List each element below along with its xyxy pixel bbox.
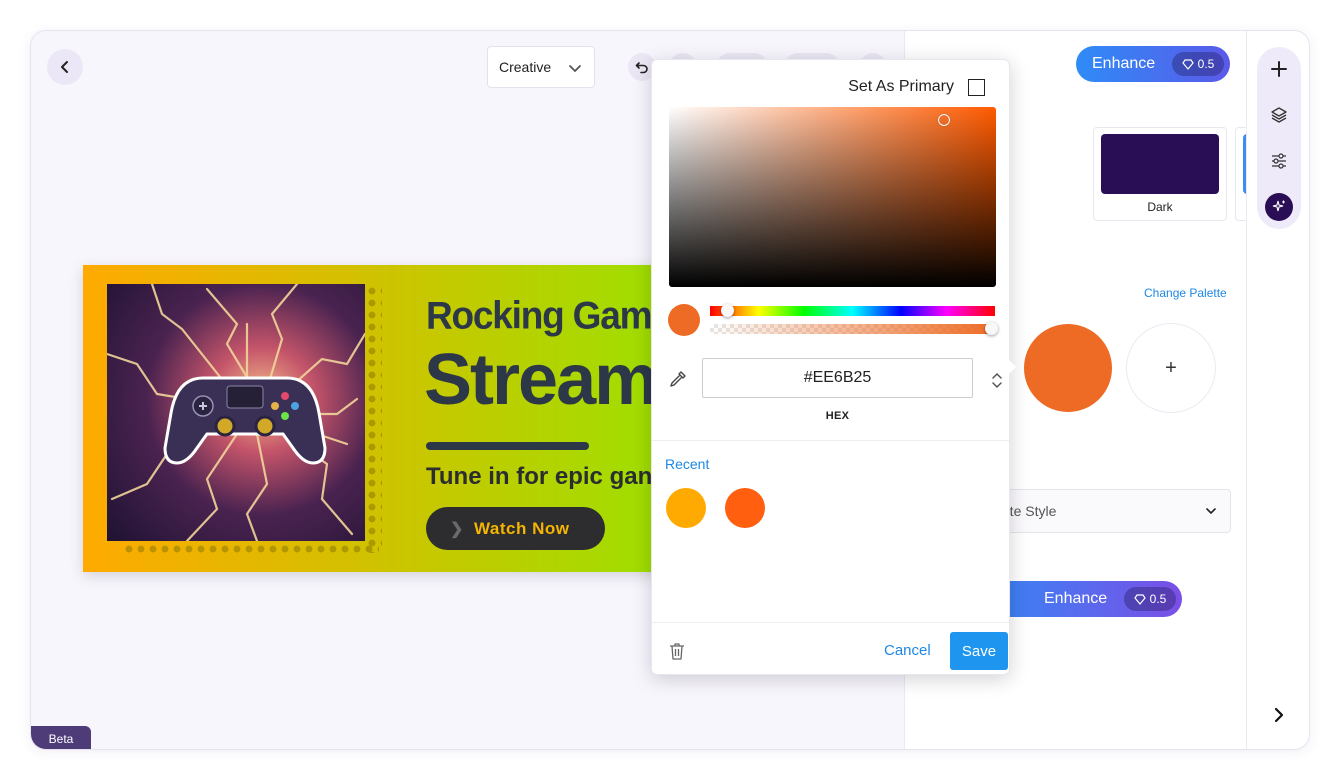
hue-slider-thumb[interactable]: [721, 304, 734, 317]
adjustments-button[interactable]: [1265, 147, 1293, 175]
chevron-down-icon: [992, 382, 1002, 389]
chevron-up-icon: [992, 372, 1002, 379]
add-color-button[interactable]: +: [1126, 323, 1216, 413]
theme-swatch: [1101, 134, 1219, 194]
save-button[interactable]: Save: [950, 632, 1008, 670]
popover-caret: [1009, 360, 1016, 374]
saturation-value-area[interactable]: [669, 107, 996, 287]
trash-icon[interactable]: [668, 641, 686, 661]
recent-color-swatch[interactable]: [725, 488, 765, 528]
saturation-handle[interactable]: [938, 114, 950, 126]
chevron-right-icon: [1274, 707, 1284, 723]
alpha-slider[interactable]: [710, 322, 998, 335]
sliders-icon: [1272, 153, 1286, 169]
enhance-label: Enhance: [1092, 55, 1156, 72]
decorative-dots: [366, 285, 382, 553]
hex-format-label: HEX: [825, 410, 850, 422]
set-primary-checkbox[interactable]: [968, 78, 985, 96]
cancel-button[interactable]: Cancel: [884, 642, 931, 659]
banner-title-line1: Rocking Game: [426, 293, 672, 337]
enhance-button[interactable]: Enhance 0.5: [1076, 46, 1230, 82]
ai-magic-button[interactable]: [1265, 193, 1293, 221]
hue-slider[interactable]: [710, 304, 995, 317]
sparkle-icon: [1272, 200, 1285, 212]
add-element-button[interactable]: [1265, 55, 1293, 83]
current-color-swatch[interactable]: [1024, 324, 1112, 412]
alpha-gradient: [710, 324, 995, 334]
color-picker-popover: Set As Primary HEX Recent Cancel Save: [651, 59, 1016, 675]
credit-cost: 0.5: [1172, 52, 1224, 76]
divider: [652, 622, 1009, 623]
right-rail: [1246, 31, 1309, 749]
rail-tool-group: [1257, 47, 1301, 229]
back-button[interactable]: [47, 49, 83, 85]
plus-icon: [1271, 61, 1287, 77]
layers-button[interactable]: [1265, 101, 1293, 129]
change-palette-link[interactable]: Change Palette: [1144, 286, 1227, 300]
watch-now-button: ❯ Watch Now: [426, 507, 605, 550]
alpha-slider-thumb[interactable]: [985, 322, 998, 335]
chevron-down-icon: [1206, 508, 1216, 515]
beta-badge: Beta: [31, 726, 91, 749]
set-primary-label: Set As Primary: [848, 78, 954, 95]
collapse-panel-button[interactable]: [1267, 703, 1291, 727]
banner-design[interactable]: Rocking Game Streams Tune in for epic ga…: [83, 265, 673, 572]
enhance-label: Enhance: [1044, 590, 1108, 607]
eyedropper-icon[interactable]: [669, 370, 687, 388]
chevron-left-icon: [61, 61, 68, 73]
diamond-icon: [1181, 59, 1194, 70]
banner-title-line2: Streams: [424, 340, 673, 420]
decorative-dots: [123, 543, 379, 557]
gamepad-illustration: [107, 284, 365, 541]
recent-colors-label: Recent: [665, 456, 710, 472]
banner-underline: [426, 442, 589, 450]
theme-card-dark[interactable]: Dark: [1093, 127, 1227, 221]
style-select-value: Creative: [499, 59, 552, 75]
hex-input[interactable]: [702, 358, 973, 398]
undo-icon: [635, 62, 648, 74]
credit-cost: 0.5: [1124, 587, 1176, 611]
color-format-toggle[interactable]: [991, 372, 1003, 389]
layers-icon: [1271, 107, 1287, 123]
recent-color-swatch[interactable]: [666, 488, 706, 528]
set-primary-row: Set As Primary: [848, 78, 985, 96]
theme-card-label: Dark: [1147, 200, 1173, 214]
banner-subtitle: Tune in for epic gan: [426, 463, 653, 490]
divider: [652, 440, 1009, 441]
color-preview: [668, 304, 700, 336]
watch-now-label: Watch Now: [474, 518, 570, 538]
diamond-icon: [1133, 594, 1146, 605]
style-select[interactable]: Creative: [487, 46, 595, 88]
chevron-down-icon: [569, 65, 581, 73]
chevron-right-icon: ❯: [450, 521, 464, 538]
